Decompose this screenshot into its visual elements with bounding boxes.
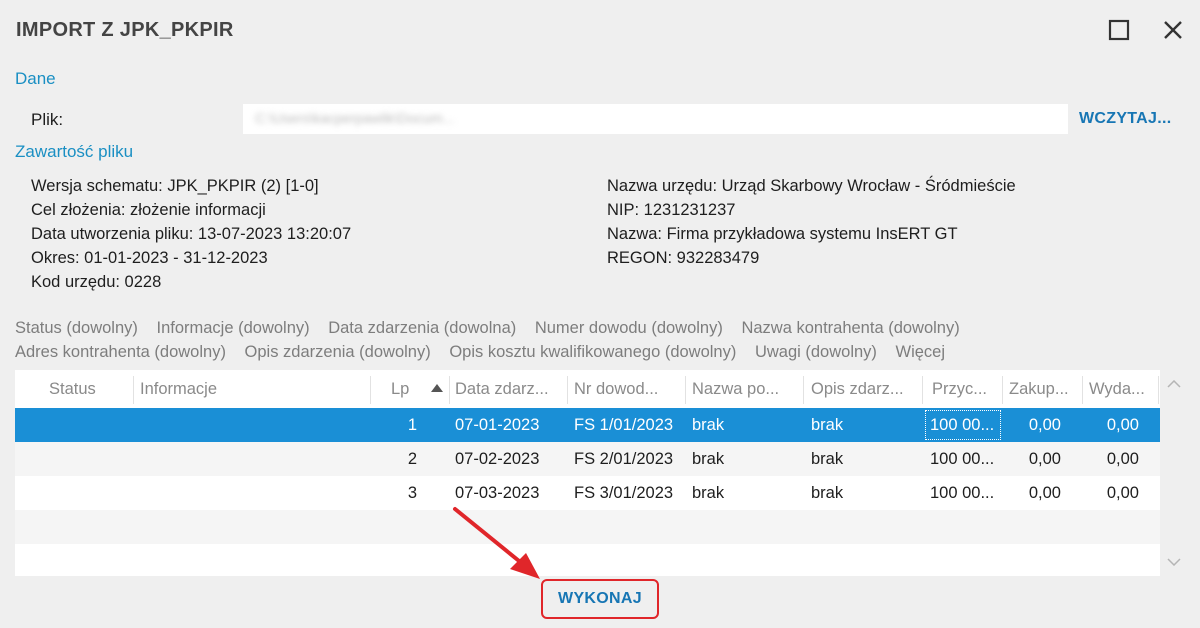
load-file-button[interactable]: WCZYTAJ... (1079, 110, 1171, 128)
cell-purchase: 0,00 (1028, 484, 1061, 502)
maximize-icon (1108, 19, 1130, 41)
schema-version: Wersja schematu: JPK_PKPIR (2) [1-0] (31, 177, 319, 195)
file-info-right: Nazwa urzędu: Urząd Skarbowy Wrocław - Ś… (607, 174, 1016, 270)
cell-lp: 1 (407, 416, 417, 434)
cell-contractor-name: brak (692, 484, 725, 502)
column-header-status[interactable]: Status (49, 370, 129, 408)
cell-document-number: FS 3/01/2023 (574, 484, 674, 502)
chevron-down-icon (1167, 558, 1181, 566)
sort-ascending-icon (431, 384, 443, 392)
scroll-down-button[interactable] (1166, 556, 1182, 568)
table-row[interactable]: 2 07-02-2023 FS 2/01/2023 brak brak 100 … (15, 442, 1160, 476)
office-name: Nazwa urzędu: Urząd Skarbowy Wrocław - Ś… (607, 177, 1016, 195)
field-blank-area (643, 104, 1068, 134)
cell-info (140, 408, 340, 442)
close-icon (1164, 21, 1182, 39)
filter-opis-kosztu[interactable]: Opis kosztu kwalifikowanego (dowolny) (449, 343, 736, 361)
filter-nazwa-kontrahenta[interactable]: Nazwa kontrahenta (dowolny) (741, 319, 959, 337)
import-dialog: IMPORT Z JPK_PKPIR Dane Plik: C:\Users\k… (0, 0, 1200, 628)
filter-informacje[interactable]: Informacje (dowolny) (156, 319, 309, 337)
section-file-contents: Zawartość pliku (15, 142, 134, 161)
cell-date: 07-01-2023 (455, 416, 540, 434)
cell-document-number: FS 2/01/2023 (574, 450, 674, 468)
cell-expenses: 0,00 (1106, 450, 1139, 468)
cell-income: 100 00... (930, 450, 995, 468)
cell-lp: 2 (407, 450, 417, 468)
column-header-lp[interactable]: Lp (391, 370, 415, 408)
cell-expenses: 0,00 (1106, 484, 1139, 502)
filter-more[interactable]: Więcej (896, 343, 946, 361)
cell-contractor-name: brak (692, 450, 725, 468)
office-code: Kod urzędu: 0228 (31, 273, 162, 291)
window-title: IMPORT Z JPK_PKPIR (16, 19, 234, 41)
section-dane: Dane (15, 69, 56, 88)
table-row[interactable]: 1 07-01-2023 FS 1/01/2023 brak brak 100 … (15, 408, 1160, 442)
grid-header: Status Informacje Lp Data zdarz... Nr do… (15, 370, 1160, 408)
cell-status (49, 476, 129, 510)
file-created-date: Data utworzenia pliku: 13-07-2023 13:20:… (31, 225, 352, 243)
file-path-field[interactable]: C:\Users\kacperpawlik\Docum... (243, 104, 1068, 134)
cell-income: 100 00... (930, 416, 995, 434)
column-header-zakup[interactable]: Zakup... (1009, 370, 1081, 408)
title-bar: IMPORT Z JPK_PKPIR (0, 0, 1200, 60)
empty-row (15, 510, 1160, 544)
cell-document-number: FS 1/01/2023 (574, 416, 674, 434)
cell-info (140, 442, 340, 476)
cell-contractor-name: brak (692, 416, 725, 434)
filter-bar: Status (dowolny) Informacje (dowolny) Da… (15, 316, 1115, 364)
column-header-nr-dowodu[interactable]: Nr dowod... (574, 370, 686, 408)
filter-adres-kontrahenta[interactable]: Adres kontrahenta (dowolny) (15, 343, 226, 361)
cell-description: brak (811, 484, 844, 502)
company-name: Nazwa: Firma przykładowa systemu InsERT … (607, 225, 958, 243)
cell-status (49, 442, 129, 476)
column-header-nazwa[interactable]: Nazwa po... (692, 370, 804, 408)
period: Okres: 01-01-2023 - 31-12-2023 (31, 249, 268, 267)
cell-description: brak (811, 450, 844, 468)
regon: REGON: 932283479 (607, 249, 760, 267)
column-header-data[interactable]: Data zdarz... (455, 370, 567, 408)
entries-grid: Status Informacje Lp Data zdarz... Nr do… (15, 370, 1160, 576)
cell-description: brak (811, 416, 844, 434)
cell-date: 07-02-2023 (455, 450, 540, 468)
filter-numer-dowodu[interactable]: Numer dowodu (dowolny) (535, 319, 723, 337)
filter-opis-zdarzenia[interactable]: Opis zdarzenia (dowolny) (245, 343, 431, 361)
execute-button[interactable]: WYKONAJ (541, 579, 659, 619)
column-header-opis[interactable]: Opis zdarz... (811, 370, 923, 408)
table-row[interactable]: 3 07-03-2023 FS 3/01/2023 brak brak 100 … (15, 476, 1160, 510)
nip: NIP: 1231231237 (607, 201, 736, 219)
column-header-informacje[interactable]: Informacje (140, 370, 340, 408)
cell-lp: 3 (407, 484, 417, 502)
filter-status[interactable]: Status (dowolny) (15, 319, 138, 337)
cell-purchase: 0,00 (1028, 450, 1061, 468)
cell-expenses: 0,00 (1106, 416, 1139, 434)
column-header-przychod[interactable]: Przyc... (932, 370, 1000, 408)
cell-purchase: 0,00 (1028, 416, 1061, 434)
empty-row (15, 544, 1160, 576)
cell-info (140, 476, 340, 510)
column-header-wydatki[interactable]: Wyda... (1089, 370, 1155, 408)
scroll-up-button[interactable] (1166, 378, 1182, 390)
file-info-left: Wersja schematu: JPK_PKPIR (2) [1-0] Cel… (31, 174, 351, 294)
maximize-button[interactable] (1103, 14, 1135, 46)
cell-status (49, 408, 129, 442)
close-button[interactable] (1157, 14, 1189, 46)
chevron-up-icon (1167, 380, 1181, 388)
cell-income: 100 00... (930, 484, 995, 502)
filter-data-zdarzenia[interactable]: Data zdarzenia (dowolna) (328, 319, 516, 337)
annotation-arrow-icon (453, 507, 540, 579)
filter-uwagi[interactable]: Uwagi (dowolny) (755, 343, 877, 361)
grid-scrollbar[interactable] (1163, 370, 1185, 576)
submission-purpose: Cel złożenia: złożenie informacji (31, 201, 266, 219)
plik-label: Plik: (31, 110, 64, 129)
file-path-value: C:\Users\kacperpawlik\Docum... (255, 110, 455, 126)
